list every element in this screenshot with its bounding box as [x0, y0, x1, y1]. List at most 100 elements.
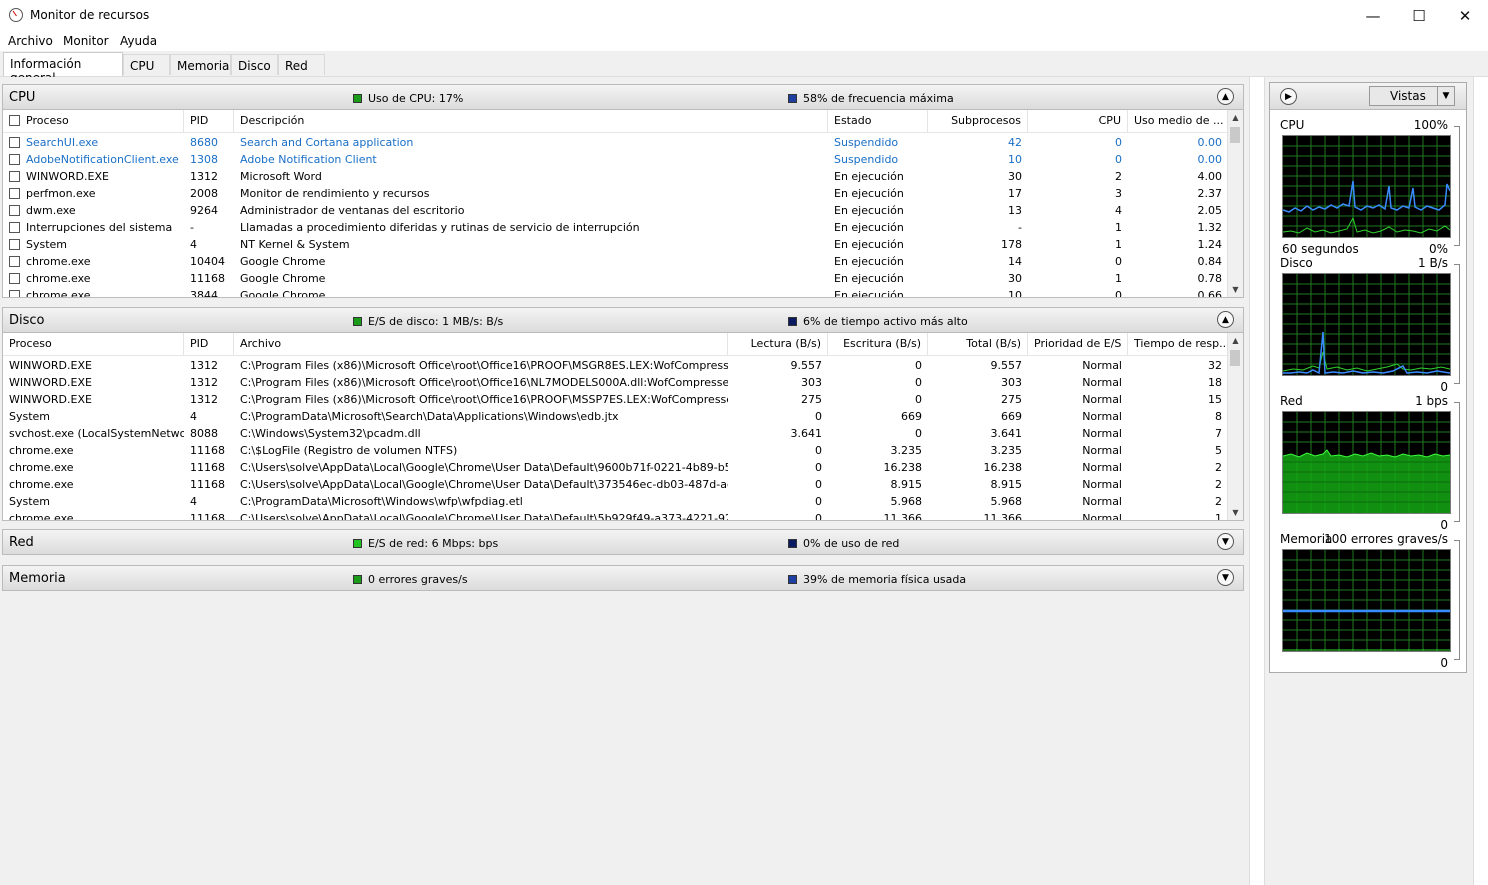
- menu-monitor[interactable]: Monitor: [63, 34, 109, 48]
- col-lectura[interactable]: Lectura (B/s): [728, 333, 828, 355]
- table-cell: 1.24: [1197, 238, 1223, 251]
- main-splitter-scrollbar[interactable]: [1249, 77, 1265, 885]
- table-row[interactable]: chrome.exe 10404 Google Chrome En ejecución…: [3, 253, 1229, 270]
- table-cell: 32: [1208, 359, 1222, 372]
- disk-table-scrollbar[interactable]: ▲ ▼: [1227, 333, 1243, 520]
- table-cell: System: [9, 410, 51, 423]
- table-cell: 11168: [190, 272, 225, 285]
- vistas-dropdown[interactable]: Vistas ▼: [1369, 86, 1455, 106]
- chevron-right-icon[interactable]: ▶: [1280, 88, 1297, 105]
- disk-activity-table: Proceso PID Archivo Lectura (B/s) Escrit…: [2, 333, 1244, 521]
- table-row[interactable]: svchost.exe (LocalSystemNetwo... 8088 C:\W…: [3, 425, 1229, 442]
- col-subprocesos[interactable]: Subprocesos: [928, 110, 1028, 132]
- col-cpu[interactable]: CPU: [1028, 110, 1128, 132]
- col-pid[interactable]: PID: [184, 110, 234, 132]
- chevron-up-icon[interactable]: ▲: [1217, 311, 1234, 328]
- memory-panel-header[interactable]: Memoria 0 errores graves/s 39% de memori…: [2, 565, 1244, 591]
- chevron-up-icon[interactable]: ▲: [1228, 110, 1243, 125]
- col-estado[interactable]: Estado: [828, 110, 928, 132]
- table-cell: NT Kernel & System: [240, 238, 350, 251]
- col-pid[interactable]: PID: [184, 333, 234, 355]
- disk-panel-header[interactable]: Disco E/S de disco: 1 MB/s: B/s 6% de ti…: [2, 307, 1244, 333]
- tab-red[interactable]: Red: [278, 54, 325, 75]
- close-button[interactable]: ✕: [1442, 0, 1488, 31]
- network-graph-label: Red: [1280, 394, 1303, 408]
- chevron-up-icon[interactable]: ▲: [1217, 88, 1234, 105]
- table-row[interactable]: chrome.exe 3844 Google Chrome En ejecución 1…: [3, 287, 1229, 298]
- col-uso-medio[interactable]: Uso medio de ...: [1128, 110, 1229, 132]
- table-cell: 5.968: [890, 495, 923, 508]
- cpu-panel-header[interactable]: CPU Uso de CPU: 17% 58% de frecuencia má…: [2, 84, 1244, 110]
- table-row[interactable]: WINWORD.EXE 1312 Microsoft Word En ejecució…: [3, 168, 1229, 185]
- cpu-graph-min: 0%: [1428, 242, 1448, 256]
- col-tiempo-respuesta[interactable]: Tiempo de resp...: [1128, 333, 1229, 355]
- table-row[interactable]: dwm.exe 9264 Administrador de ventanas del…: [3, 202, 1229, 219]
- scroll-thumb[interactable]: [1230, 350, 1240, 366]
- table-cell: 13: [1008, 204, 1022, 217]
- chevron-down-icon[interactable]: ▼: [1228, 505, 1243, 520]
- table-row[interactable]: chrome.exe 11168 C:\Users\solve\AppData\Lo…: [3, 459, 1229, 476]
- graphs-pane-scrollbar[interactable]: [1473, 77, 1488, 885]
- col-proceso[interactable]: Proceso: [3, 333, 184, 355]
- table-row[interactable]: Interrupciones del sistema - Llamadas a pr…: [3, 219, 1229, 236]
- table-row[interactable]: WINWORD.EXE 1312 C:\Program Files (x86)\Mi…: [3, 357, 1229, 374]
- maximize-button[interactable]: ☐: [1396, 0, 1442, 31]
- table-cell: 1312: [190, 393, 218, 406]
- col-archivo[interactable]: Archivo: [234, 333, 728, 355]
- table-row[interactable]: WINWORD.EXE 1312 C:\Program Files (x86)\Mi…: [3, 391, 1229, 408]
- table-row[interactable]: perfmon.exe 2008 Monitor de rendimiento y …: [3, 185, 1229, 202]
- chevron-up-icon[interactable]: ▲: [1228, 333, 1243, 348]
- table-row[interactable]: WINWORD.EXE 1312 C:\Program Files (x86)\Mi…: [3, 374, 1229, 391]
- table-row[interactable]: chrome.exe 11168 C:\Users\solve\AppData\Lo…: [3, 476, 1229, 493]
- table-cell: 0: [915, 427, 922, 440]
- table-row[interactable]: chrome.exe 11168 C:\Users\solve\AppData\Lo…: [3, 510, 1229, 521]
- title-bar: Monitor de recursos — ☐ ✕: [0, 0, 1488, 31]
- table-cell: 0: [815, 495, 822, 508]
- chevron-down-icon[interactable]: ▼: [1437, 87, 1454, 105]
- table-row[interactable]: System 4 NT Kernel & System En ejecución 178…: [3, 236, 1229, 253]
- minimize-button[interactable]: —: [1350, 0, 1396, 31]
- menu-ayuda[interactable]: Ayuda: [120, 34, 157, 48]
- menu-archivo[interactable]: Archivo: [8, 34, 53, 48]
- table-cell: 0: [1115, 153, 1122, 166]
- table-cell: Google Chrome: [240, 289, 326, 298]
- select-all-checkbox[interactable]: [9, 115, 20, 126]
- table-cell: 2: [1215, 461, 1222, 474]
- chevron-down-icon[interactable]: ▼: [1217, 533, 1234, 550]
- table-row[interactable]: SearchUI.exe 8680 Search and Cortana appli…: [3, 134, 1229, 151]
- table-row[interactable]: chrome.exe 11168 Google Chrome En ejecución…: [3, 270, 1229, 287]
- col-escritura[interactable]: Escritura (B/s): [828, 333, 928, 355]
- table-row[interactable]: chrome.exe 11168 C:\$LogFile (Registro de …: [3, 442, 1229, 459]
- cpu-table-scrollbar[interactable]: ▲ ▼: [1227, 110, 1243, 297]
- chevron-down-icon[interactable]: ▼: [1228, 282, 1243, 297]
- table-cell: 4: [190, 238, 197, 251]
- table-cell: Normal: [1082, 512, 1122, 521]
- network-panel-header[interactable]: Red E/S de red: 6 Mbps: bps 0% de uso de…: [2, 529, 1244, 555]
- table-cell: 11.366: [883, 512, 923, 521]
- chevron-down-icon[interactable]: ▼: [1217, 569, 1234, 586]
- table-cell: AdobeNotificationClient.exe: [26, 153, 179, 166]
- col-descripcion[interactable]: Descripción: [234, 110, 828, 132]
- tab-informacion-general[interactable]: Información general: [3, 52, 123, 85]
- table-cell: chrome.exe: [9, 512, 74, 521]
- table-cell: Normal: [1082, 478, 1122, 491]
- table-row[interactable]: System 4 C:\ProgramData\Microsoft\Windows\…: [3, 493, 1229, 510]
- table-row[interactable]: System 4 C:\ProgramData\Microsoft\Search\D…: [3, 408, 1229, 425]
- tab-memoria[interactable]: Memoria: [170, 54, 231, 75]
- table-cell: SearchUI.exe: [26, 136, 99, 149]
- cpu-graph-svg: [1282, 136, 1451, 237]
- col-total[interactable]: Total (B/s): [928, 333, 1028, 355]
- tab-cpu[interactable]: CPU: [123, 54, 170, 75]
- col-proceso[interactable]: Proceso: [3, 110, 184, 132]
- memory-graph-min: 0: [1440, 656, 1448, 670]
- scroll-thumb[interactable]: [1230, 127, 1240, 143]
- tab-disco[interactable]: Disco: [231, 54, 278, 75]
- memory-faults-swatch: [353, 575, 362, 584]
- table-cell: 0.84: [1197, 255, 1223, 268]
- main-area: CPU Uso de CPU: 17% 58% de frecuencia má…: [0, 77, 1488, 885]
- memory-graph-svg: [1283, 550, 1450, 651]
- col-prioridad[interactable]: Prioridad de E/S: [1028, 333, 1128, 355]
- table-row[interactable]: AdobeNotificationClient.exe 1308 Adobe Not…: [3, 151, 1229, 168]
- table-cell: En ejecución: [834, 204, 904, 217]
- graphs-pane: ▶ Vistas ▼ CPU 100% 60 segundos 0% Disco…: [1269, 82, 1467, 673]
